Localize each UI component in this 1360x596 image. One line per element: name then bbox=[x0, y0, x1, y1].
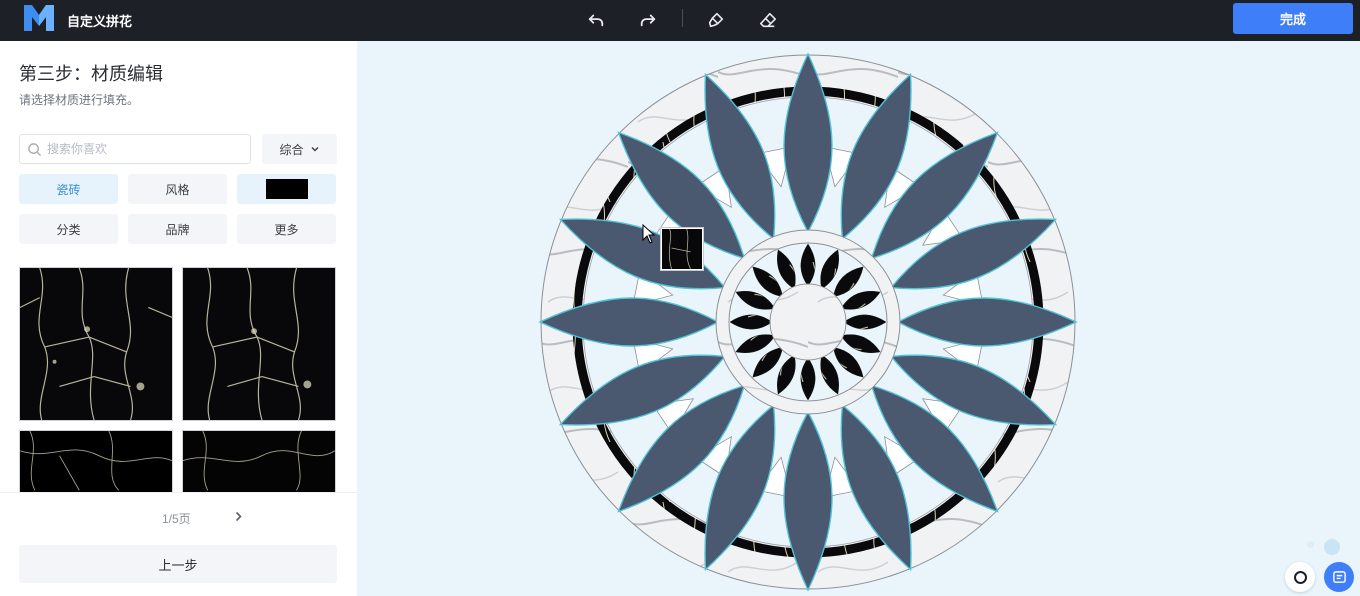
undo-button[interactable] bbox=[584, 8, 608, 32]
material-tile[interactable] bbox=[182, 267, 336, 421]
step-title: 第三步：材质编辑 bbox=[19, 64, 163, 84]
center-marble-disc bbox=[769, 283, 847, 361]
filter-category[interactable]: 分类 bbox=[19, 214, 118, 244]
filter-more[interactable]: 更多 bbox=[237, 214, 336, 244]
filter-brand[interactable]: 品牌 bbox=[128, 214, 227, 244]
brush-icon bbox=[708, 12, 724, 28]
step-subtitle: 请选择材质进行填充。 bbox=[19, 93, 140, 107]
material-tile[interactable] bbox=[19, 430, 173, 492]
decorative-dot bbox=[1307, 541, 1314, 548]
material-tile[interactable] bbox=[19, 267, 173, 421]
redo-button[interactable] bbox=[636, 8, 660, 32]
search-icon bbox=[28, 143, 41, 156]
filter-style[interactable]: 风格 bbox=[128, 174, 227, 204]
search-box bbox=[19, 134, 251, 164]
redo-icon bbox=[640, 14, 656, 27]
eraser-button[interactable] bbox=[756, 8, 780, 32]
material-tile[interactable] bbox=[182, 430, 336, 492]
done-button[interactable]: 完成 bbox=[1233, 3, 1353, 34]
filter-color[interactable] bbox=[237, 174, 336, 204]
medallion-pattern[interactable] bbox=[538, 52, 1078, 592]
top-bar: 自定义拼花 完成 bbox=[0, 0, 1360, 41]
decorative-dot bbox=[1324, 539, 1340, 555]
chat-button[interactable] bbox=[1324, 562, 1354, 592]
material-panel: 第三步：材质编辑 请选择材质进行填充。 综合 瓷砖 风格 分类 品牌 更多 bbox=[0, 41, 357, 596]
mouse-cursor-icon bbox=[642, 224, 656, 244]
pagination-text: 1/5页 bbox=[162, 512, 191, 526]
panel-footer: 1/5页 上一步 bbox=[0, 492, 357, 596]
undo-icon bbox=[588, 14, 604, 27]
circle-tool-button[interactable] bbox=[1285, 562, 1315, 592]
sort-select[interactable]: 综合 bbox=[262, 134, 337, 164]
chat-icon bbox=[1332, 570, 1346, 583]
chevron-right-icon bbox=[235, 511, 242, 521]
sort-select-value: 综合 bbox=[279, 142, 304, 157]
logo-icon bbox=[24, 5, 54, 31]
dragged-material-tile[interactable] bbox=[660, 227, 704, 271]
material-grid bbox=[19, 267, 337, 492]
search-input[interactable] bbox=[47, 137, 245, 161]
chevron-down-icon bbox=[311, 147, 318, 152]
prev-step-button[interactable]: 上一步 bbox=[19, 545, 337, 583]
filter-tile[interactable]: 瓷砖 bbox=[19, 174, 118, 204]
circle-icon bbox=[1293, 570, 1307, 584]
toolbar-divider bbox=[682, 9, 683, 27]
design-canvas[interactable] bbox=[357, 41, 1360, 596]
next-page-button[interactable] bbox=[231, 508, 245, 524]
eraser-icon bbox=[759, 12, 777, 28]
app-title: 自定义拼花 bbox=[67, 14, 133, 29]
color-swatch bbox=[265, 179, 308, 199]
brush-button[interactable] bbox=[704, 8, 728, 32]
